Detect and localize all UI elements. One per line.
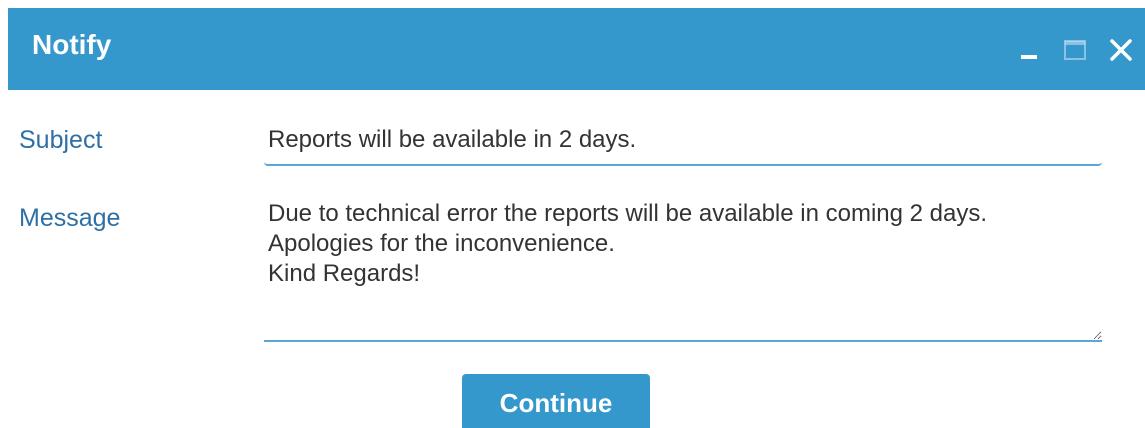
maximize-icon[interactable] [1055, 30, 1095, 70]
window-controls [1003, 30, 1141, 70]
message-textarea[interactable]: Due to technical error the reports will … [264, 196, 1102, 342]
message-label: Message [19, 204, 121, 232]
notify-dialog: Notify Subject Message Due to techni [0, 0, 1145, 428]
subject-input[interactable] [264, 118, 1102, 166]
dialog-title: Notify [32, 29, 112, 60]
minimize-icon[interactable] [1009, 30, 1049, 70]
dialog-titlebar[interactable]: Notify [8, 8, 1145, 90]
subject-label: Subject [19, 126, 103, 154]
continue-button[interactable]: Continue [462, 374, 650, 428]
close-icon[interactable] [1101, 30, 1141, 70]
